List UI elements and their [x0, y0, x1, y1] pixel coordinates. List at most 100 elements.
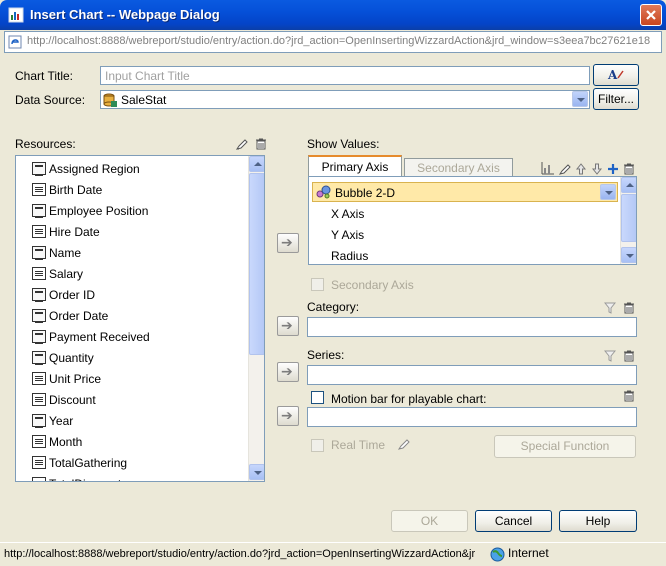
- scroll-up-icon[interactable]: [621, 177, 636, 193]
- scroll-thumb[interactable]: [249, 173, 264, 355]
- chevron-down-icon[interactable]: [600, 184, 616, 200]
- scroll-up-icon[interactable]: [249, 156, 264, 172]
- cancel-button[interactable]: Cancel: [475, 510, 552, 532]
- string-field-icon: [32, 351, 46, 365]
- chart-type-value: Bubble 2-D: [335, 186, 396, 200]
- list-item-label: Order ID: [49, 288, 96, 302]
- list-item-label: Order Date: [49, 309, 109, 323]
- motion-bar-field[interactable]: [307, 407, 637, 427]
- axis-item-y[interactable]: Y Axis: [331, 228, 364, 242]
- list-item-label: Payment Received: [49, 330, 150, 344]
- chart-title-placeholder: Input Chart Title: [105, 69, 190, 83]
- delete-icon[interactable]: [255, 138, 267, 150]
- move-right-icon[interactable]: [277, 316, 299, 336]
- text-format-button[interactable]: A: [593, 64, 639, 86]
- numeric-field-icon: [32, 225, 46, 238]
- status-url: http://localhost:8888/webreport/studio/e…: [4, 548, 476, 560]
- numeric-field-icon: [32, 456, 46, 469]
- category-label: Category:: [307, 300, 360, 314]
- globe-icon: [490, 547, 505, 562]
- list-item-label: Assigned Region: [49, 162, 140, 176]
- series-field[interactable]: [307, 365, 637, 385]
- string-field-icon: [32, 414, 46, 428]
- delete-icon[interactable]: [623, 163, 635, 175]
- edit-icon[interactable]: [398, 438, 410, 450]
- motion-bar-label: Motion bar for playable chart:: [331, 392, 487, 406]
- delete-icon[interactable]: [623, 350, 635, 362]
- numeric-field-icon: [32, 393, 46, 406]
- filter-button[interactable]: Filter...: [593, 88, 639, 110]
- secondary-axis-checkbox[interactable]: [311, 278, 324, 291]
- axis-item-radius[interactable]: Radius: [331, 249, 368, 263]
- chart-type-select[interactable]: Bubble 2-D: [312, 182, 618, 202]
- show-values-label: Show Values:: [307, 137, 380, 151]
- delete-icon[interactable]: [623, 390, 635, 402]
- numeric-field-icon: [32, 183, 46, 196]
- data-source-value: SaleStat: [121, 93, 167, 107]
- filter-icon[interactable]: [604, 350, 616, 362]
- list-item-label: Name: [49, 246, 82, 260]
- close-icon: [646, 10, 656, 20]
- resources-scrollbar[interactable]: [248, 156, 264, 481]
- show-values-list[interactable]: Bubble 2-D X Axis Y Axis Radius: [308, 176, 637, 265]
- move-right-icon[interactable]: [277, 233, 299, 253]
- delete-icon[interactable]: [623, 302, 635, 314]
- series-label: Series:: [307, 348, 345, 362]
- motion-bar-checkbox[interactable]: [311, 391, 324, 404]
- ok-button[interactable]: OK: [391, 510, 468, 532]
- tab-secondary-axis[interactable]: Secondary Axis: [404, 158, 513, 177]
- secondary-axis-label: Secondary Axis: [331, 278, 414, 292]
- string-field-icon: [32, 162, 46, 176]
- show-values-scrollbar[interactable]: [620, 177, 636, 264]
- database-icon: [103, 93, 117, 107]
- list-item-label: TotalDiscount: [49, 477, 121, 481]
- edit-icon[interactable]: [559, 163, 571, 175]
- move-down-icon[interactable]: [591, 163, 603, 175]
- numeric-field-icon: [32, 372, 46, 385]
- chart-icon[interactable]: [540, 160, 556, 176]
- string-field-icon: [32, 204, 46, 218]
- real-time-checkbox[interactable]: [311, 439, 324, 452]
- list-item-label: Month: [49, 435, 83, 449]
- move-up-icon[interactable]: [575, 163, 587, 175]
- string-field-icon: [32, 288, 46, 302]
- help-button[interactable]: Help: [559, 510, 637, 532]
- resources-list[interactable]: Assigned Region Birth Date Employee Positi…: [15, 155, 265, 482]
- list-item-label: Quantity: [49, 351, 94, 365]
- move-right-icon[interactable]: [277, 406, 299, 426]
- data-source-select[interactable]: SaleStat: [100, 90, 590, 109]
- chart-title-input[interactable]: Input Chart Title: [100, 66, 590, 85]
- tab-primary-axis[interactable]: Primary Axis: [308, 155, 402, 177]
- scroll-thumb[interactable]: [621, 194, 636, 242]
- numeric-field-icon: [32, 477, 46, 481]
- close-button[interactable]: [640, 4, 662, 26]
- chevron-down-icon[interactable]: [572, 91, 588, 107]
- list-item-label: Salary: [49, 267, 84, 281]
- special-function-button[interactable]: Special Function: [494, 435, 636, 458]
- string-field-icon: [32, 309, 46, 323]
- add-icon[interactable]: [607, 163, 619, 175]
- filter-icon[interactable]: [604, 302, 616, 314]
- string-field-icon: [32, 246, 46, 260]
- address-bar: http://localhost:8888/webreport/studio/e…: [4, 31, 662, 53]
- list-item-label: Discount: [49, 393, 96, 407]
- list-item-label: Unit Price: [49, 372, 102, 386]
- category-field[interactable]: [307, 317, 637, 337]
- edit-icon[interactable]: [236, 138, 248, 150]
- move-right-icon[interactable]: [277, 362, 299, 382]
- scroll-down-icon[interactable]: [249, 464, 264, 480]
- status-bar: http://localhost:8888/webreport/studio/e…: [0, 542, 666, 566]
- list-item-label: TotalGathering: [49, 456, 128, 470]
- status-zone: Internet: [508, 546, 549, 560]
- title-bar: Insert Chart -- Webpage Dialog: [0, 0, 666, 30]
- data-source-label: Data Source:: [15, 93, 86, 107]
- window-title: Insert Chart -- Webpage Dialog: [30, 7, 220, 22]
- svg-text:A: A: [607, 68, 618, 82]
- list-item-label: Birth Date: [49, 183, 103, 197]
- real-time-label: Real Time: [331, 438, 386, 452]
- list-item-label: Employee Position: [49, 204, 149, 218]
- string-field-icon: [32, 330, 46, 344]
- scroll-down-icon[interactable]: [621, 247, 636, 263]
- axis-item-x[interactable]: X Axis: [331, 207, 364, 221]
- list-item-label: Year: [49, 414, 74, 428]
